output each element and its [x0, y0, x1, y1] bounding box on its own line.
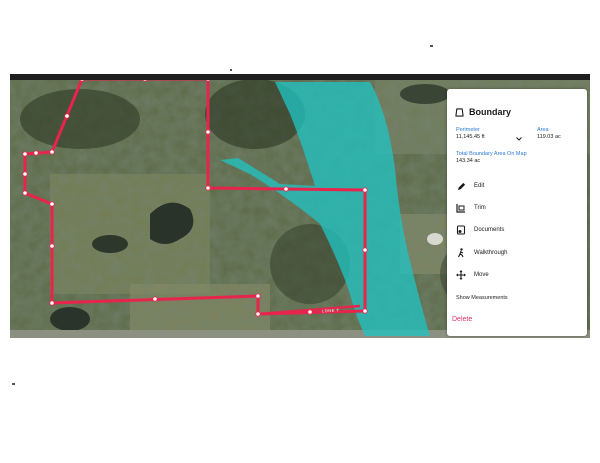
move-arrows-icon — [456, 270, 466, 280]
total-area-value: 143.34 ac — [456, 158, 481, 164]
pencil-icon — [456, 181, 466, 191]
chevron-down-icon[interactable] — [516, 137, 522, 141]
scan-speck — [230, 69, 232, 71]
perimeter-value: 11,145.45 ft — [456, 134, 485, 140]
boundary-shape-icon — [455, 107, 464, 117]
trim-label: Trim — [474, 205, 486, 211]
documents-label: Documents — [474, 227, 505, 233]
area-value: 119.03 ac — [537, 134, 561, 140]
edit-label: Edit — [474, 183, 485, 189]
area-label: Area — [537, 127, 549, 133]
panel-title: Boundary — [469, 107, 512, 117]
show-measurements-toggle[interactable]: Show Measurements — [456, 295, 508, 301]
total-area-block: Total Boundary Area On Map 143.34 ac — [456, 151, 527, 165]
edit-action[interactable]: Edit — [456, 181, 484, 191]
perimeter-label: Perimeter — [456, 127, 480, 133]
walk-icon — [456, 248, 466, 258]
walkthrough-action[interactable]: Walkthrough — [456, 248, 507, 258]
road-label: LONE T — [321, 307, 340, 314]
total-area-label: Total Boundary Area On Map — [456, 151, 527, 157]
scan-speck — [430, 45, 433, 47]
documents-icon — [456, 225, 466, 235]
trim-action[interactable]: Trim — [456, 203, 486, 213]
map-top-bar — [10, 74, 590, 80]
scan-speck — [12, 383, 15, 385]
documents-action[interactable]: Documents — [456, 225, 504, 235]
boundary-panel: Boundary Perimeter 11,145.45 ft Area 119… — [447, 89, 587, 336]
walkthrough-label: Walkthrough — [474, 250, 508, 256]
move-action[interactable]: Move — [456, 270, 489, 280]
panel-header: Boundary — [455, 107, 511, 117]
perimeter-block[interactable]: Perimeter 11,145.45 ft — [456, 127, 485, 141]
delete-button[interactable]: Delete — [452, 316, 472, 323]
move-label: Move — [474, 272, 489, 278]
trim-icon — [456, 203, 466, 213]
area-block: Area 119.03 ac — [537, 127, 561, 141]
